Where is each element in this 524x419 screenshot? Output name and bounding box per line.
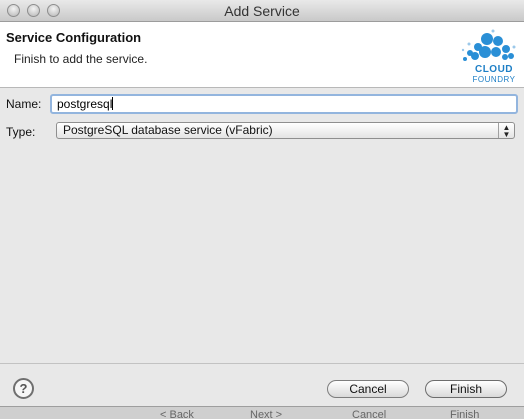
background-dialog-strip: < Back Next > Cancel Finish	[0, 406, 524, 419]
window-titlebar: Add Service	[0, 0, 524, 22]
bg-back-button: < Back	[160, 409, 194, 419]
text-caret	[112, 97, 114, 110]
service-type-select[interactable]: PostgreSQL database service (vFabric) ▲ ▼	[56, 122, 515, 139]
wizard-header: Service Configuration Finish to add the …	[0, 22, 524, 88]
service-name-value: postgresql	[57, 97, 113, 111]
name-label: Name:	[6, 97, 42, 111]
bg-cancel-button: Cancel	[352, 409, 387, 419]
type-label: Type:	[6, 125, 36, 139]
service-type-value: PostgreSQL database service (vFabric)	[63, 123, 273, 137]
service-name-input[interactable]: postgresql	[50, 94, 518, 114]
footer-divider	[0, 363, 524, 364]
page-title: Service Configuration	[6, 30, 142, 45]
finish-button[interactable]: Finish	[425, 380, 507, 398]
cancel-button[interactable]: Cancel	[327, 380, 409, 398]
page-description: Finish to add the service.	[14, 52, 148, 66]
help-button[interactable]: ?	[13, 378, 34, 399]
logo-text-cloud: CLOUD	[474, 64, 514, 75]
select-stepper-icon: ▲ ▼	[498, 123, 514, 139]
logo-text-foundry: FOUNDRY	[472, 75, 516, 84]
bg-finish-button: Finish	[450, 409, 480, 419]
window-title: Add Service	[224, 3, 300, 19]
bg-next-button: Next >	[250, 409, 283, 419]
